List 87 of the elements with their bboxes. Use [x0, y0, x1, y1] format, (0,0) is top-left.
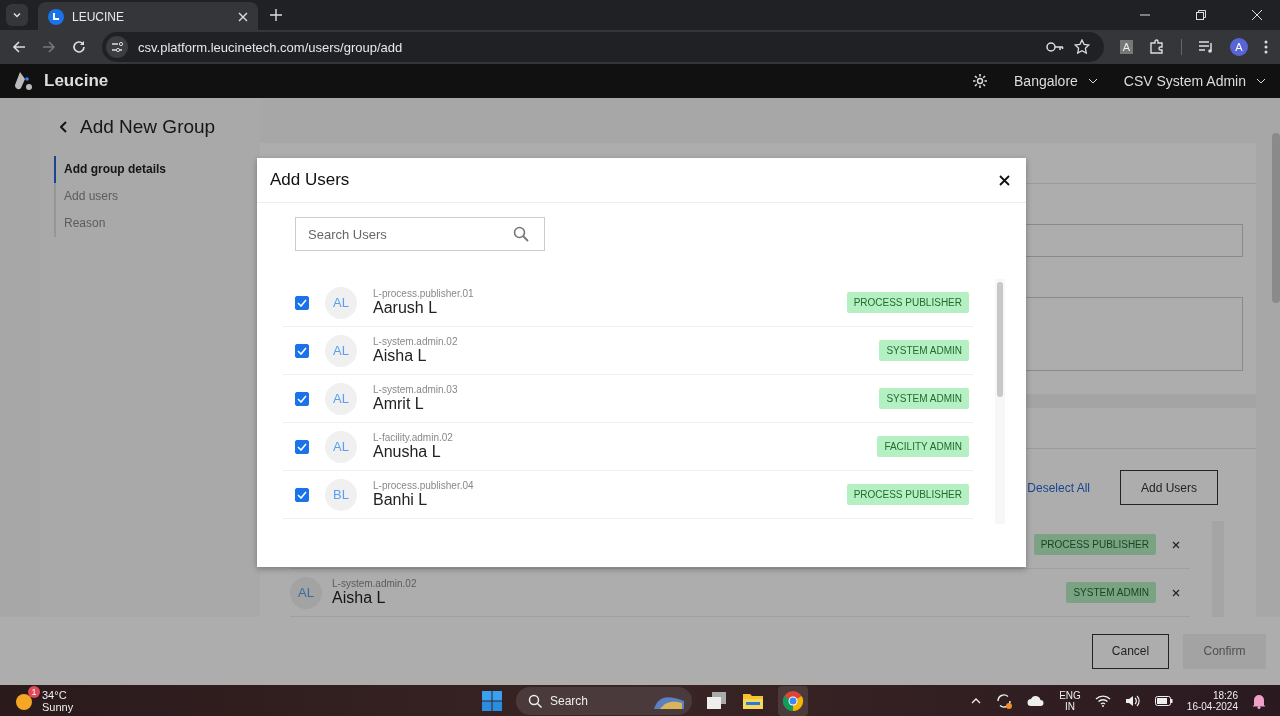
user-avatar: AL: [325, 382, 357, 415]
role-tag: FACILITY ADMIN: [877, 436, 969, 458]
username: L-process.publisher.04: [373, 480, 474, 492]
role-tag: SYSTEM ADMIN: [879, 388, 969, 410]
browser-tab[interactable]: LEUCINE: [38, 2, 258, 32]
footer-button[interactable]: Cancel: [1092, 633, 1169, 669]
remove-icon[interactable]: [1172, 540, 1180, 549]
search-field[interactable]: Search Users: [295, 217, 545, 252]
chevron-down-icon: [12, 10, 22, 20]
user-name: Amrit L: [373, 395, 425, 414]
chevron-down-icon: [1087, 78, 1098, 85]
brand-name: Leucine: [44, 71, 109, 92]
add-users-button[interactable]: Add Users: [1120, 470, 1218, 506]
username: L-process.publisher.01: [373, 288, 474, 300]
browser-taskbar-button[interactable]: [778, 685, 808, 716]
battery-icon[interactable]: [1154, 695, 1173, 706]
language-indicator[interactable]: ENG IN: [1059, 689, 1081, 712]
checkbox[interactable]: [295, 343, 309, 358]
user-avatar: AL: [290, 576, 322, 609]
username: L-facility.admin.02: [373, 432, 453, 444]
windows-start-icon[interactable]: [482, 690, 502, 711]
more-icon[interactable]: [1264, 40, 1268, 55]
user-avatar: AL: [325, 286, 357, 319]
folder-icon[interactable]: [742, 691, 764, 710]
username: L-system.admin.03: [373, 384, 458, 396]
speaker-icon[interactable]: [1124, 693, 1141, 708]
forward-icon[interactable]: [42, 40, 56, 55]
puzzle-icon[interactable]: [1149, 39, 1165, 56]
notification-badge: 1: [28, 685, 40, 698]
role-tag: PROCESS PUBLISHER: [846, 292, 969, 314]
user-avatar: AL: [325, 430, 357, 463]
clock[interactable]: 18:26 16-04-2024: [1186, 689, 1238, 712]
site-icon: [48, 9, 64, 25]
location-dropdown[interactable]: Bangalore: [1014, 73, 1098, 90]
role-tag: PROCESS PUBLISHER: [846, 484, 969, 506]
checkbox[interactable]: [295, 391, 309, 406]
deselect-all-link[interactable]: Deselect All: [1027, 480, 1090, 495]
chevron-down-icon: [1256, 78, 1266, 85]
bell-icon[interactable]: [1252, 692, 1266, 709]
key-icon[interactable]: [1045, 41, 1064, 54]
new-tab-icon[interactable]: [270, 9, 282, 21]
wifi-icon[interactable]: [1094, 694, 1111, 707]
profile-avatar[interactable]: A: [1230, 38, 1248, 57]
search-icon: [528, 693, 542, 708]
back-icon[interactable]: [60, 121, 68, 134]
tab-list-button[interactable]: [6, 4, 28, 26]
temperature: 34°C: [42, 688, 68, 701]
user-avatar: AL: [325, 334, 357, 367]
back-icon[interactable]: [12, 40, 26, 55]
restore-icon[interactable]: [1196, 10, 1206, 20]
role-tag: SYSTEM ADMIN: [879, 340, 969, 362]
task-view-icon[interactable]: [706, 690, 728, 711]
page-title: Add New Group: [80, 116, 216, 139]
user-name: Anusha L: [373, 443, 442, 462]
scrollbar[interactable]: [995, 279, 1005, 525]
checkbox[interactable]: [295, 295, 309, 310]
close-icon[interactable]: [999, 174, 1010, 186]
brand-logo-icon: [14, 71, 34, 92]
chevron-up-icon[interactable]: [971, 697, 982, 704]
user-name: Banhi L: [373, 491, 429, 510]
taskbar-search[interactable]: Search: [516, 686, 692, 715]
user-name: Aarush L: [373, 299, 439, 318]
username: L-system.admin.02: [332, 578, 417, 590]
address-field[interactable]: csv.platform.leucinetech.com/users/group/add: [102, 32, 1104, 63]
star-icon[interactable]: [1073, 39, 1090, 56]
site-settings-icon: [106, 36, 128, 59]
cloud-icon[interactable]: [1027, 694, 1046, 707]
settings-icon[interactable]: [972, 73, 988, 90]
user-dropdown[interactable]: CSV System Admin: [1123, 73, 1266, 90]
remove-icon[interactable]: [1172, 588, 1180, 597]
role-tag: PROCESS PUBLISHER: [1033, 534, 1156, 556]
user-avatar: BL: [325, 478, 357, 511]
extension-button[interactable]: A: [1119, 40, 1133, 55]
user-name: Aisha L: [332, 589, 387, 608]
checkbox[interactable]: [295, 439, 309, 454]
reload-icon[interactable]: [72, 40, 86, 55]
role-tag: SYSTEM ADMIN: [1066, 582, 1156, 604]
user-name: Aisha L: [373, 347, 428, 366]
dialog-title: Add Users: [270, 170, 350, 191]
username: L-system.admin.02: [373, 336, 458, 348]
search-icon: [513, 226, 529, 243]
weather-condition: Sunny: [42, 700, 74, 713]
checkbox[interactable]: [295, 487, 309, 502]
tab-title: LEUCINE: [72, 10, 125, 24]
media-queue-icon[interactable]: [1198, 40, 1214, 55]
sync-icon[interactable]: [995, 691, 1014, 710]
scrollbar[interactable]: [1272, 133, 1280, 304]
